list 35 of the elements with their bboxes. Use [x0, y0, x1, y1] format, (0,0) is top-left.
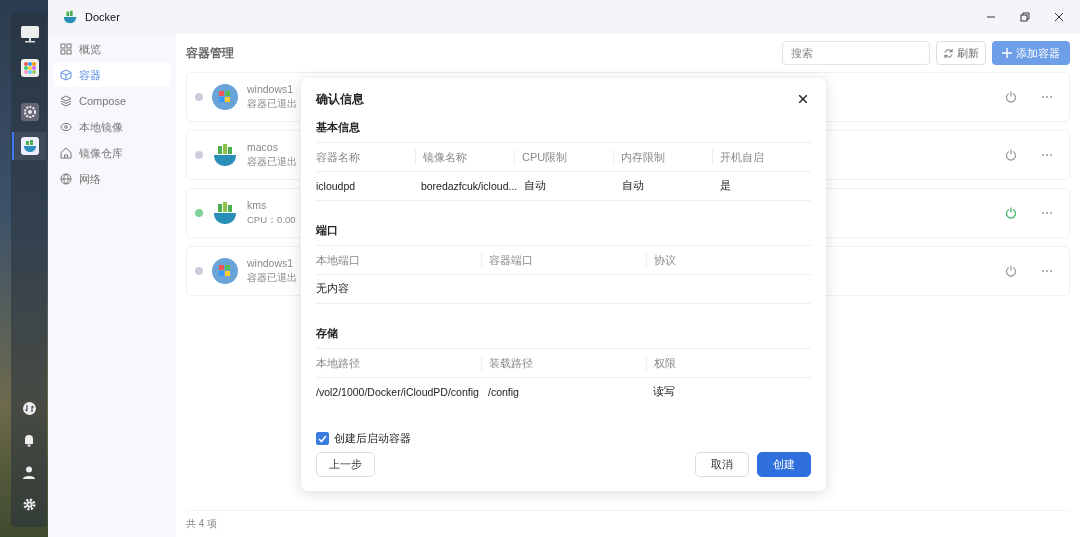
column-header: 镜像名称 [415, 149, 514, 165]
container-status: 容器已退出 [247, 272, 297, 285]
page-title: 容器管理 [186, 44, 234, 62]
container-name: kms [247, 199, 267, 211]
item-count: 共 4 项 [186, 517, 218, 531]
container-status: 容器已退出 [247, 156, 297, 169]
container-name: windows1 [247, 83, 294, 95]
table-cell-text: 是 [719, 179, 733, 193]
column-header: CPU限制 [514, 149, 613, 165]
column-header: 装载路径 [481, 355, 646, 371]
column-header: 权限 [646, 355, 811, 371]
column-header: 协议 [646, 252, 811, 268]
section-title: 存储 [316, 326, 811, 349]
column-header: 本地端口 [316, 253, 361, 268]
section-title: 端口 [316, 223, 811, 246]
container-status: CPU：0.00 [247, 214, 296, 227]
column-header: 内存限制 [613, 149, 712, 165]
table-cell-text: 自动 [523, 179, 548, 193]
empty-message: 无内容 [316, 282, 350, 296]
table-cell-text: icloudpd [316, 180, 357, 192]
container-status: 容器已退出 [247, 98, 297, 111]
table-cell-text: boredazfcuk/icloud... [419, 180, 518, 192]
table-cell-text: 自动 [621, 179, 646, 193]
container-name: windows1 [247, 257, 294, 269]
column-header: 容器名称 [316, 150, 361, 165]
window-title: Docker [85, 11, 120, 23]
container-name: macos [247, 141, 278, 153]
table-cell-text: /config [487, 386, 520, 398]
column-header: 容器端口 [481, 252, 646, 268]
column-header: 开机自启 [712, 149, 811, 165]
table-cell-text: /vol2/1000/Docker/iCloudPD/config [316, 386, 480, 398]
column-header: 本地路径 [316, 356, 361, 371]
dialog-title: 确认信息 [316, 90, 364, 108]
section-title: 基本信息 [316, 120, 811, 143]
table-cell-text: 读写 [652, 385, 676, 399]
